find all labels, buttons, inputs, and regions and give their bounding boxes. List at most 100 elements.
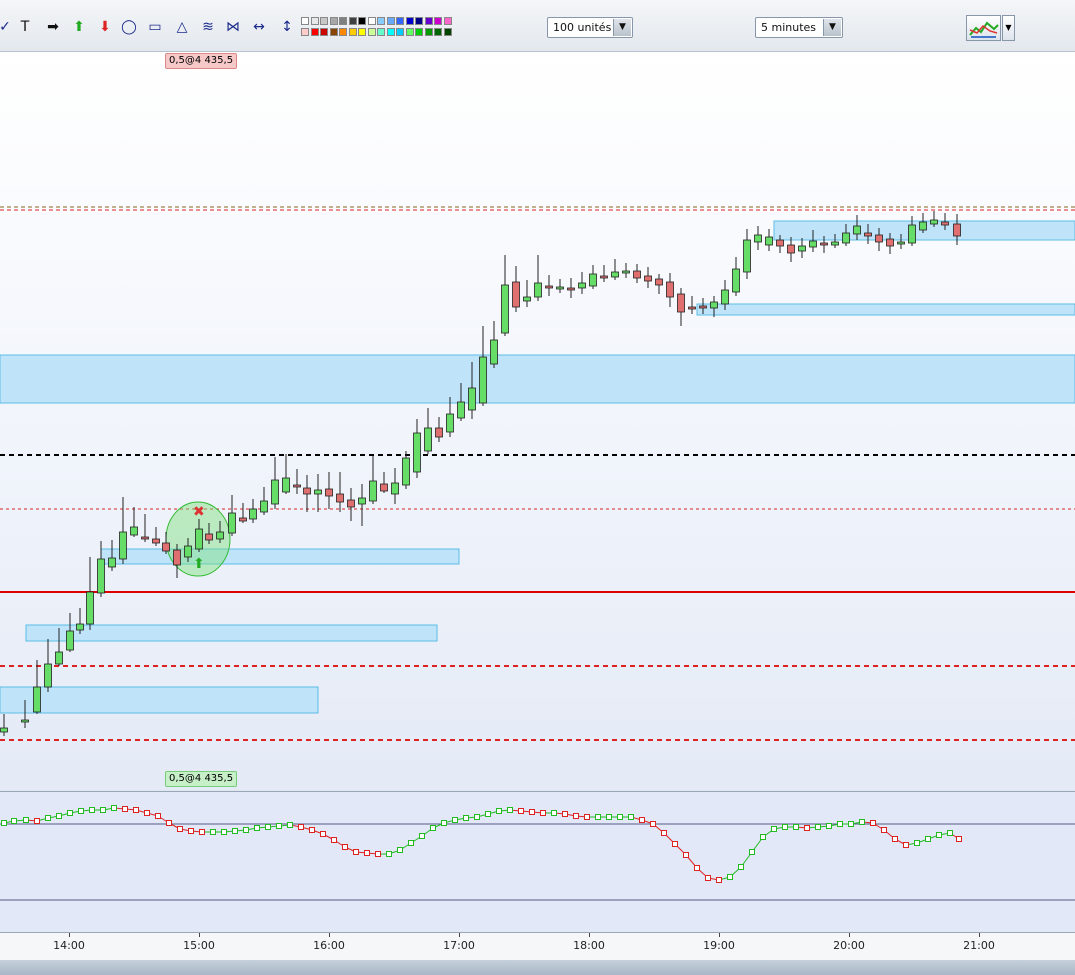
candle-body — [886, 238, 894, 247]
color-swatch[interactable] — [396, 28, 404, 36]
color-swatch[interactable] — [301, 28, 309, 36]
osc-point — [67, 810, 73, 816]
color-swatch[interactable] — [367, 17, 376, 25]
candle-body — [402, 457, 410, 486]
color-swatch[interactable] — [358, 28, 366, 36]
osc-point — [738, 864, 744, 870]
color-swatch[interactable] — [434, 28, 442, 36]
candle-body — [435, 427, 443, 438]
horizontal-measure-icon[interactable]: ↔ — [250, 18, 268, 36]
arrow-right-icon[interactable]: ➡ — [44, 18, 62, 36]
oscillator-panel[interactable] — [0, 791, 1075, 933]
arrow-down-icon[interactable]: ⬇ — [96, 18, 114, 36]
order-tag-top[interactable]: 0,5@4 435,5 — [165, 53, 238, 69]
vertical-measure-icon[interactable]: ↕ — [278, 18, 296, 36]
color-swatch[interactable] — [320, 17, 328, 25]
color-swatch[interactable] — [310, 28, 319, 36]
color-swatch[interactable] — [301, 17, 309, 25]
candle-body — [622, 270, 630, 274]
color-swatch[interactable] — [367, 28, 376, 36]
color-swatch[interactable] — [348, 17, 357, 25]
quantity-select[interactable]: 100 unités ▼ — [547, 17, 633, 38]
color-swatch[interactable] — [339, 28, 347, 36]
color-swatch[interactable] — [386, 17, 395, 25]
candle-body — [108, 557, 116, 568]
pencil-icon[interactable]: ✓ — [0, 18, 14, 36]
candle-body — [424, 427, 432, 452]
color-swatch[interactable] — [405, 28, 414, 36]
candle-body — [413, 432, 421, 473]
candle-body — [545, 285, 553, 289]
color-swatch[interactable] — [386, 28, 395, 36]
axis-tick — [979, 933, 980, 937]
color-swatch[interactable] — [320, 28, 328, 36]
color-swatch[interactable] — [339, 17, 347, 25]
osc-point — [496, 808, 502, 814]
triangle-tool-icon[interactable]: △ — [173, 18, 191, 36]
osc-point — [375, 851, 381, 857]
color-swatch[interactable] — [443, 17, 452, 25]
chevron-down-icon[interactable]: ▼ — [823, 19, 841, 36]
color-swatch[interactable] — [329, 17, 338, 25]
candle-body — [512, 281, 520, 308]
fibonacci-fan-icon[interactable]: ⋈ — [224, 18, 242, 36]
candle-body — [578, 282, 586, 289]
color-swatch[interactable] — [396, 17, 404, 25]
osc-point — [956, 836, 962, 842]
color-swatch[interactable] — [443, 28, 452, 36]
color-swatch[interactable] — [415, 28, 423, 36]
osc-point — [826, 823, 832, 829]
axis-tick — [459, 933, 460, 937]
osc-point — [639, 817, 645, 823]
color-swatch[interactable] — [310, 17, 319, 25]
candle-body — [249, 508, 257, 520]
candle-body — [271, 479, 279, 505]
close-marker-icon: ✖ — [193, 504, 205, 520]
osc-point — [100, 807, 106, 813]
timeframe-select[interactable]: 5 minutes ▼ — [755, 17, 843, 38]
color-swatch[interactable] — [377, 28, 385, 36]
fibonacci-retracement-icon[interactable]: ≋ — [199, 18, 217, 36]
osc-point — [694, 865, 700, 871]
axis-label: 17:00 — [443, 939, 475, 952]
color-swatch[interactable] — [377, 17, 385, 25]
candle-body — [358, 497, 366, 505]
candle-body — [479, 356, 487, 404]
candle-body — [743, 239, 751, 273]
buy-arrow-icon: ⬆ — [193, 556, 205, 572]
chart-settings-button[interactable] — [966, 15, 1001, 41]
osc-point — [474, 814, 480, 820]
axis-tick — [849, 933, 850, 937]
osc-point — [155, 813, 161, 819]
arrow-up-icon[interactable]: ⬆ — [70, 18, 88, 36]
rectangle-tool-icon[interactable]: ▭ — [146, 18, 164, 36]
color-swatch[interactable] — [405, 17, 414, 25]
color-swatch[interactable] — [348, 28, 357, 36]
osc-point — [188, 828, 194, 834]
timeframe-value: 5 minutes — [761, 21, 817, 34]
candle-body — [76, 623, 84, 631]
candle-body — [303, 487, 311, 495]
ellipse-tool-icon[interactable]: ◯ — [120, 18, 138, 36]
text-tool-icon[interactable]: T — [16, 18, 34, 36]
quantity-value: 100 unités — [553, 21, 612, 34]
osc-point — [276, 823, 282, 829]
osc-point — [606, 814, 612, 820]
candle-body — [162, 542, 170, 552]
chevron-down-icon[interactable]: ▼ — [1002, 15, 1015, 41]
candle-body — [721, 289, 729, 305]
price-chart[interactable]: ✖ ⬆ 0,5@4 435,5 0,5@4 435,5 — [0, 52, 1075, 790]
color-swatch[interactable] — [358, 17, 366, 25]
color-swatch[interactable] — [329, 28, 338, 36]
order-tag-bottom[interactable]: 0,5@4 435,5 — [165, 771, 238, 787]
color-swatch[interactable] — [434, 17, 442, 25]
candle-body — [853, 225, 861, 235]
candle-body — [842, 232, 850, 244]
axis-label: 19:00 — [703, 939, 735, 952]
color-swatch[interactable] — [424, 17, 433, 25]
axis-tick — [719, 933, 720, 937]
color-swatch[interactable] — [415, 17, 423, 25]
color-swatch[interactable] — [424, 28, 433, 36]
osc-point — [584, 814, 590, 820]
chevron-down-icon[interactable]: ▼ — [613, 19, 631, 36]
